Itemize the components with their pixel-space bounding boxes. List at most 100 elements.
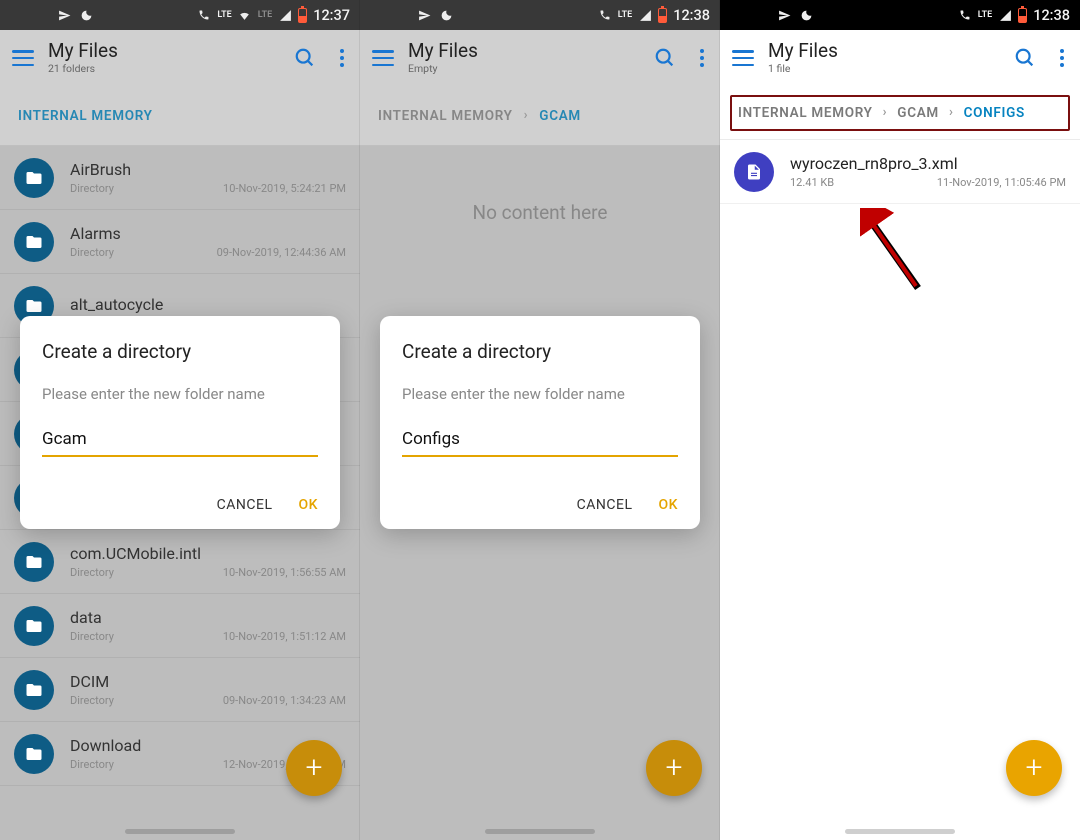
create-directory-dialog: Create a directory Please enter the new … [380, 316, 700, 529]
folder-icon [14, 222, 54, 262]
chevron-right-icon: › [949, 105, 954, 120]
chevron-right-icon: › [524, 108, 529, 123]
app-bar: My Files 1 file [720, 30, 1080, 86]
battery-icon [298, 8, 307, 23]
wifi-icon [238, 8, 252, 22]
folder-icon [14, 734, 54, 774]
menu-button[interactable] [732, 50, 754, 66]
folder-icon [14, 670, 54, 710]
fab-add[interactable]: + [286, 740, 342, 796]
moon-icon [439, 8, 453, 22]
file-date: 10-Nov-2019, 1:56:55 AM [223, 566, 346, 579]
crumb-internal-memory[interactable]: INTERNAL MEMORY [738, 105, 873, 121]
plus-icon: + [1026, 753, 1043, 783]
phone-icon [958, 8, 972, 22]
moon-icon [79, 8, 93, 22]
phone-icon [598, 8, 612, 22]
crumb-gcam[interactable]: GCAM [539, 108, 581, 124]
page-subtitle: 1 file [768, 63, 1000, 75]
screenshot-panel-2: LTE 12:38 My Files Empty INTERNAL MEMORY… [360, 0, 720, 840]
page-title: My Files [768, 41, 1000, 62]
empty-state: No content here [360, 146, 720, 224]
crumb-internal-memory[interactable]: INTERNAL MEMORY [18, 108, 153, 124]
list-item[interactable]: AlarmsDirectory09-Nov-2019, 12:44:36 AM [0, 210, 360, 274]
app-bar: My Files 21 folders [0, 30, 360, 86]
folder-icon [14, 542, 54, 582]
lte-secondary-badge: LTE [258, 10, 272, 20]
signal-icon [278, 8, 292, 22]
file-date: 10-Nov-2019, 1:51:12 AM [223, 630, 346, 643]
file-date: 11-Nov-2019, 11:05:46 PM [937, 176, 1066, 189]
signal-icon [638, 8, 652, 22]
list-item[interactable]: wyroczen_rn8pro_3.xml 12.41 KB 11-Nov-201… [720, 140, 1080, 204]
status-bar: LTE 12:38 [360, 0, 720, 30]
search-button[interactable] [294, 47, 316, 69]
create-directory-dialog: Create a directory Please enter the new … [20, 316, 340, 529]
list-item[interactable]: DCIM Directory 09-Nov-2019, 1:34:23 AM [0, 658, 360, 722]
send-icon [57, 8, 71, 22]
send-icon [777, 8, 791, 22]
crumb-configs[interactable]: CONFIGS [964, 105, 1025, 121]
file-type: Directory [70, 758, 114, 771]
overflow-menu-button[interactable] [700, 49, 704, 67]
file-date: 09-Nov-2019, 1:34:23 AM [223, 694, 346, 707]
nav-pill[interactable] [845, 829, 955, 834]
file-size: 12.41 KB [790, 176, 834, 189]
breadcrumb: INTERNAL MEMORY › GCAM › CONFIGS [720, 86, 1080, 140]
send-icon [417, 8, 431, 22]
file-type: Directory [70, 566, 114, 579]
folder-icon [14, 158, 54, 198]
nav-pill[interactable] [485, 829, 595, 834]
search-button[interactable] [654, 47, 676, 69]
list-item[interactable]: AirBrush Directory 10-Nov-2019, 5:24:21 PM [0, 146, 360, 210]
menu-button[interactable] [372, 50, 394, 66]
crumb-gcam[interactable]: GCAM [897, 105, 939, 121]
signal-icon [998, 8, 1012, 22]
file-name: data [70, 608, 346, 627]
cancel-button[interactable]: CANCEL [577, 497, 633, 513]
folder-name-input[interactable] [402, 429, 678, 457]
lte-badge: LTE [217, 10, 231, 20]
screenshot-panel-3: LTE 12:38 My Files 1 file INTERNAL MEMOR… [720, 0, 1080, 840]
file-name: wyroczen_rn8pro_3.xml [790, 154, 1066, 173]
crumb-internal-memory[interactable]: INTERNAL MEMORY [378, 108, 513, 124]
fab-add[interactable]: + [1006, 740, 1062, 796]
dialog-title: Create a directory [402, 340, 678, 363]
battery-icon [1018, 8, 1027, 23]
ok-button[interactable]: OK [659, 497, 679, 513]
phone-icon [197, 8, 211, 22]
list-item[interactable]: data Directory 10-Nov-2019, 1:51:12 AM [0, 594, 360, 658]
dialog-hint: Please enter the new folder name [402, 385, 678, 403]
search-button[interactable] [1014, 47, 1036, 69]
page-title: My Files [408, 41, 640, 62]
page-subtitle: Empty [408, 63, 640, 75]
plus-icon: + [306, 753, 323, 783]
menu-button[interactable] [12, 50, 34, 66]
status-bar: LTE LTE 12:37 [0, 0, 360, 30]
page-title: My Files [48, 41, 280, 62]
plus-icon: + [666, 753, 683, 783]
nav-pill[interactable] [125, 829, 235, 834]
status-time: 12:37 [313, 7, 350, 24]
moon-icon [799, 8, 813, 22]
folder-icon [14, 606, 54, 646]
file-date: 10-Nov-2019, 5:24:21 PM [223, 182, 346, 195]
battery-icon [658, 8, 667, 23]
file-icon [734, 152, 774, 192]
file-type: Directory [70, 694, 114, 707]
file-name: DCIM [70, 672, 346, 691]
ok-button[interactable]: OK [299, 497, 319, 513]
folder-name-input[interactable] [42, 429, 318, 457]
fab-add[interactable]: + [646, 740, 702, 796]
file-type: Directory [70, 182, 114, 195]
overflow-menu-button[interactable] [340, 49, 344, 67]
cancel-button[interactable]: CANCEL [217, 497, 273, 513]
status-bar: LTE 12:38 [720, 0, 1080, 30]
list-item[interactable]: com.UCMobile.intlDirectory10-Nov-2019, 1… [0, 530, 360, 594]
overflow-menu-button[interactable] [1060, 49, 1064, 67]
file-date: 09-Nov-2019, 12:44:36 AM [217, 246, 346, 259]
status-time: 12:38 [673, 7, 710, 24]
file-name: alt_autocycle [70, 295, 346, 314]
file-name: AirBrush [70, 160, 346, 179]
file-type: Directory [70, 630, 114, 643]
